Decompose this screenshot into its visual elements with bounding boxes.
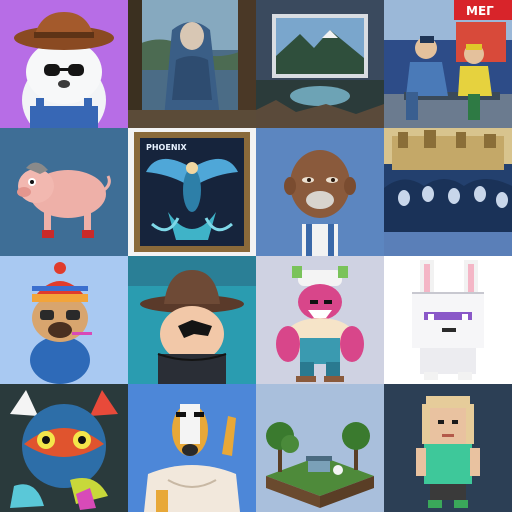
tile-phoenix-card[interactable]: PHOENIX [128, 128, 256, 256]
cartoon-pig-image [0, 128, 128, 256]
penguin-cowboy-image [0, 0, 128, 128]
tile-comic-men-on-bench[interactable]: МЕГ [384, 0, 512, 128]
tile-cowboy-hat-character[interactable] [128, 256, 256, 384]
tile-blue-engraving-city[interactable] [384, 128, 512, 256]
tile-framed-landscape-painting[interactable] [256, 0, 384, 128]
tile-pug-with-beanie[interactable] [0, 256, 128, 384]
pixel-girl-image [384, 384, 512, 512]
card-title-text: PHOENIX [146, 143, 187, 152]
blue-robed-figure-image [128, 0, 256, 128]
cowboy-hat-character-image [128, 256, 256, 384]
muscular-toy-character-image [256, 256, 384, 384]
tile-dog-head-muscle-man[interactable] [128, 384, 256, 512]
tile-blue-robed-figure-painting[interactable] [128, 0, 256, 128]
tile-pixel-girl[interactable] [384, 384, 512, 512]
tile-bald-3d-character[interactable] [256, 128, 384, 256]
dog-head-muscle-man-image [128, 384, 256, 512]
floating-island-image [256, 384, 384, 512]
tile-floating-island[interactable] [256, 384, 384, 512]
framed-landscape-image [256, 0, 384, 128]
pug-with-beanie-image [0, 256, 128, 384]
tile-psychedelic-cat[interactable] [0, 384, 128, 512]
tile-cartoon-pig[interactable] [0, 128, 128, 256]
bald-3d-character-image [256, 128, 384, 256]
store-sign-text: МЕГ [466, 4, 494, 18]
tile-pixel-bunny[interactable] [384, 256, 512, 384]
blue-engraving-city-image [384, 128, 512, 256]
nft-image-grid: МЕГ PHOENIX [0, 0, 512, 512]
phoenix-card-image: PHOENIX [128, 128, 256, 256]
pixel-bunny-image [384, 256, 512, 384]
tile-muscular-toy-character[interactable] [256, 256, 384, 384]
tile-penguin-cowboy[interactable] [0, 0, 128, 128]
psychedelic-cat-image [0, 384, 128, 512]
comic-men-on-bench-image: МЕГ [384, 0, 512, 128]
